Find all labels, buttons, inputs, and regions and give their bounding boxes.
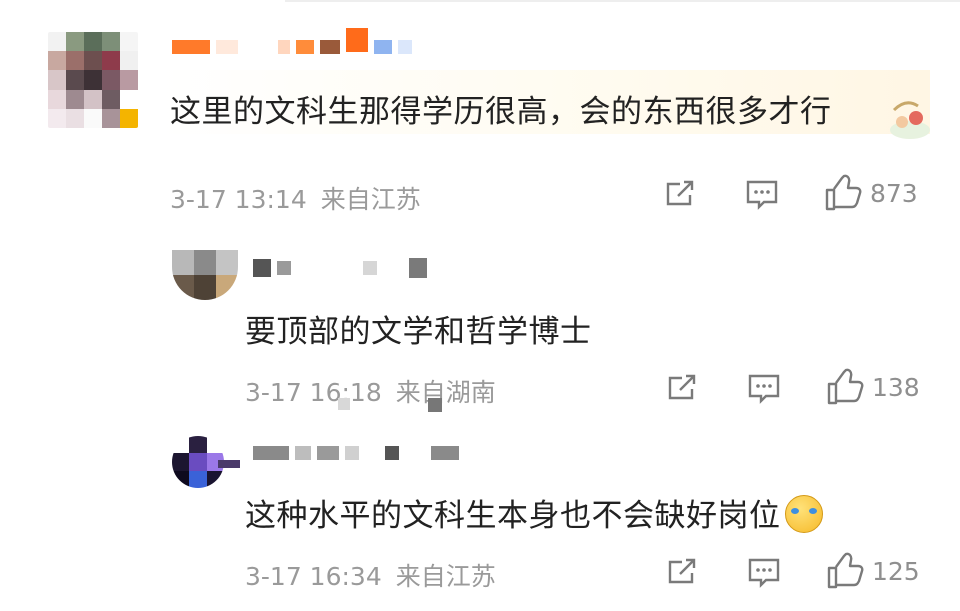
blur-artifact — [428, 398, 442, 412]
like-button[interactable]: 138 — [826, 368, 920, 406]
comment-icon — [748, 558, 780, 588]
laugh-cry-emoji-icon — [784, 494, 823, 533]
avatar[interactable] — [172, 250, 238, 300]
username-blurred[interactable] — [253, 446, 459, 460]
comment-time: 3-17 16:34 — [245, 562, 382, 591]
avatar-blur-edge — [218, 460, 240, 468]
reply-button[interactable] — [745, 178, 779, 210]
share-icon — [668, 558, 696, 584]
avatar[interactable] — [48, 32, 138, 128]
share-button[interactable] — [666, 556, 698, 588]
sticker-decoration — [888, 96, 932, 144]
comment-location: 来自江苏 — [320, 185, 421, 214]
comment-time: 3-17 13:14 — [170, 185, 307, 214]
thumbs-up-icon — [827, 368, 864, 405]
comment-meta: 3-17 13:14 来自江苏 — [170, 180, 421, 216]
share-icon — [668, 374, 696, 400]
like-count: 138 — [872, 372, 920, 402]
comment-text: 这种水平的文科生本身也不会缺好岗位 — [245, 490, 823, 537]
top-divider — [285, 0, 960, 2]
share-icon — [666, 180, 694, 206]
comment-meta: 3-17 16:34 来自江苏 — [245, 557, 496, 593]
blur-artifact — [338, 398, 350, 410]
comment-text: 要顶部的文学和哲学博士 — [245, 314, 592, 350]
comment-text: 这里的文科生那得学历很高，会的东西很多才行 — [170, 94, 832, 130]
comment-icon — [748, 374, 780, 404]
avatar[interactable] — [172, 436, 224, 488]
share-button[interactable] — [666, 372, 698, 404]
thumbs-up-icon — [827, 552, 864, 589]
like-button[interactable]: 873 — [824, 174, 918, 212]
like-count: 873 — [870, 178, 918, 208]
reply-button[interactable] — [747, 556, 781, 588]
share-button[interactable] — [664, 178, 696, 210]
comment-time: 3-17 16:18 — [245, 378, 382, 407]
reply-button[interactable] — [747, 372, 781, 404]
comment-icon — [746, 180, 778, 210]
comment-text-content: 这种水平的文科生本身也不会缺好岗位 — [245, 498, 781, 534]
username-blurred[interactable] — [172, 28, 412, 54]
comment-meta: 3-17 16:18 来自湖南 — [245, 373, 496, 409]
comment-location: 来自湖南 — [395, 378, 496, 407]
like-button[interactable]: 125 — [826, 552, 920, 590]
thumbs-up-icon — [825, 174, 862, 211]
username-blurred[interactable] — [253, 258, 427, 278]
comment-location: 来自江苏 — [395, 562, 496, 591]
like-count: 125 — [872, 556, 920, 586]
